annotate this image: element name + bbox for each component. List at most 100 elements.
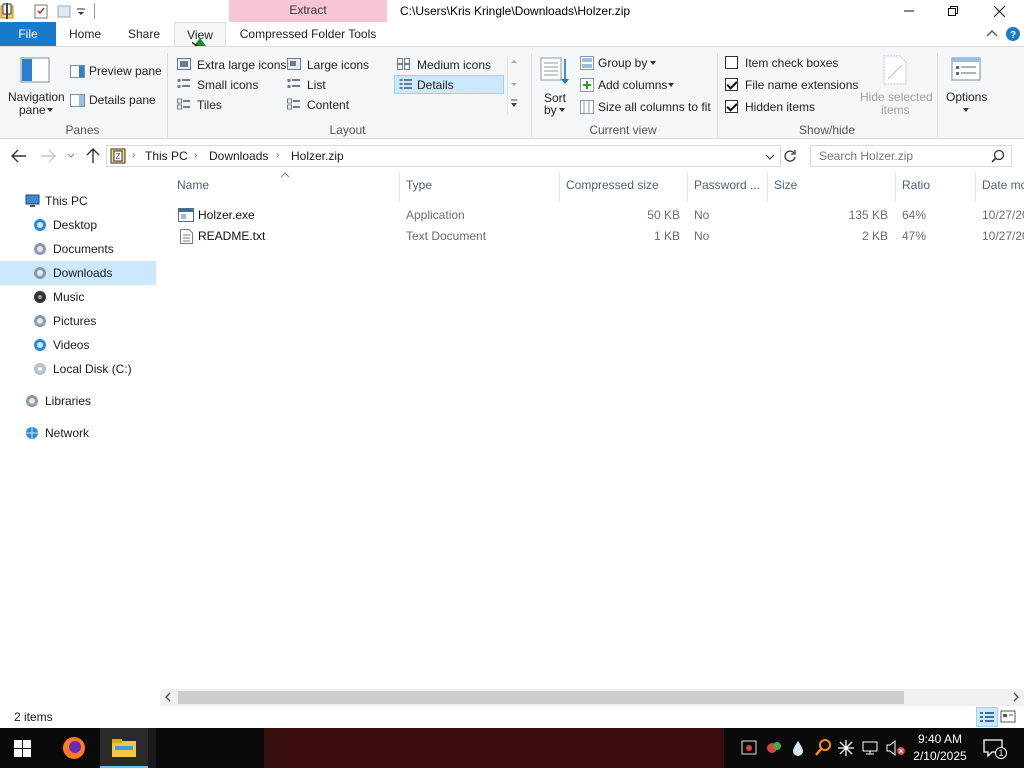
preview-pane-button[interactable]: Preview pane xyxy=(89,64,162,78)
column-header-name[interactable]: Name xyxy=(177,178,209,196)
column-header-date-modified[interactable]: Date mo xyxy=(982,178,1024,196)
column-divider[interactable] xyxy=(975,172,976,202)
options-button[interactable]: Options xyxy=(946,90,987,104)
scroll-left-icon[interactable] xyxy=(164,692,172,702)
scrollbar-thumb[interactable] xyxy=(178,691,904,704)
extract-context-tab-header: Extract xyxy=(229,0,387,22)
nav-item-downloads[interactable]: Downloads xyxy=(0,261,156,285)
explorer-folder-icon[interactable] xyxy=(0,3,16,19)
column-header-ratio[interactable]: Ratio xyxy=(902,178,930,196)
breadcrumb-holzer-zip[interactable]: Holzer.zip xyxy=(291,149,344,163)
column-header-type[interactable]: Type xyxy=(406,178,432,196)
volume-muted-icon[interactable] xyxy=(886,740,906,756)
tray-star-icon[interactable] xyxy=(838,740,854,756)
column-header-password[interactable]: Password ... xyxy=(694,178,760,196)
file-compressed-size: 1 KB xyxy=(653,229,680,243)
nav-item-this-pc[interactable]: This PC xyxy=(0,189,156,213)
column-divider[interactable] xyxy=(895,172,896,202)
column-header-size[interactable]: Size xyxy=(774,178,797,196)
nav-item-libraries[interactable]: Libraries xyxy=(0,389,156,413)
up-arrow-icon[interactable] xyxy=(86,148,100,164)
tiles-option[interactable]: Tiles xyxy=(197,98,222,112)
tab-home[interactable]: Home xyxy=(60,22,110,46)
column-header-compressed-size[interactable]: Compressed size xyxy=(566,178,659,196)
search-input[interactable]: Search Holzer.zip xyxy=(810,145,1012,167)
layout-gallery-scroll[interactable] xyxy=(507,56,519,114)
properties-icon[interactable] xyxy=(33,3,49,19)
network-status-icon[interactable] xyxy=(862,740,880,756)
collapse-ribbon-icon[interactable] xyxy=(986,28,998,38)
forward-arrow-icon[interactable] xyxy=(40,149,56,163)
small-icons-option[interactable]: Small icons xyxy=(197,78,258,92)
group-by-button[interactable]: Group by xyxy=(598,56,647,70)
nav-item-music[interactable]: Music xyxy=(0,285,156,309)
clock-time[interactable]: 9:40 AM xyxy=(914,732,966,746)
address-dropdown-chevron-icon[interactable] xyxy=(765,154,775,160)
back-arrow-icon[interactable] xyxy=(11,149,27,163)
scroll-right-icon[interactable] xyxy=(1012,692,1020,702)
tab-compressed-folder-tools[interactable]: Compressed Folder Tools xyxy=(232,22,384,46)
file-explorer-taskbar-button[interactable] xyxy=(100,728,148,768)
large-icons-view-toggle[interactable] xyxy=(1000,709,1018,725)
nav-item-videos[interactable]: Videos xyxy=(0,333,156,357)
table-row[interactable]: README.txt Text Document 1 KB No 2 KB 47… xyxy=(160,226,1024,246)
column-divider[interactable] xyxy=(687,172,688,202)
recent-locations-chevron-icon[interactable] xyxy=(67,153,75,159)
item-check-boxes-checkbox[interactable] xyxy=(725,56,738,69)
navigation-pane-label[interactable]: Navigation xyxy=(8,90,65,104)
tray-app-icon[interactable] xyxy=(766,740,782,756)
tab-share[interactable]: Share xyxy=(120,22,168,46)
column-divider[interactable] xyxy=(767,172,768,202)
sort-by-icon[interactable] xyxy=(540,57,570,87)
medium-icons-icon xyxy=(397,58,411,72)
new-folder-icon[interactable] xyxy=(56,3,72,19)
navigation-pane-icon[interactable] xyxy=(20,57,52,85)
hide-selected-items-button-2[interactable]: items xyxy=(881,103,910,117)
refresh-icon[interactable] xyxy=(783,149,797,163)
content-option[interactable]: Content xyxy=(307,98,349,112)
details-view-toggle[interactable] xyxy=(976,707,998,727)
details-pane-button[interactable]: Details pane xyxy=(89,93,156,107)
firefox-icon[interactable] xyxy=(61,736,87,760)
sort-by-label-2[interactable]: by xyxy=(544,103,557,117)
address-bar[interactable]: Z › This PC › Downloads › Holzer.zip xyxy=(106,145,781,167)
customize-qat-icon[interactable] xyxy=(75,3,91,19)
nav-item-desktop[interactable]: Desktop xyxy=(0,213,156,237)
column-divider[interactable] xyxy=(559,172,560,202)
hide-selected-items-button[interactable]: Hide selected xyxy=(860,90,933,104)
horizontal-scrollbar[interactable] xyxy=(160,689,1024,706)
table-row[interactable]: Holzer.exe Application 50 KB No 135 KB 6… xyxy=(160,205,1024,225)
restore-button[interactable] xyxy=(930,0,976,22)
tray-security-icon[interactable] xyxy=(741,740,757,756)
nav-item-local-disk[interactable]: Local Disk (C:) xyxy=(0,357,156,381)
size-all-columns-button[interactable]: Size all columns to fit xyxy=(598,100,711,114)
tray-droplet-icon[interactable] xyxy=(792,740,804,756)
hidden-items-checkbox[interactable] xyxy=(725,100,738,113)
close-button[interactable] xyxy=(976,0,1022,22)
clock-date[interactable]: 2/10/2025 xyxy=(908,749,972,763)
navigation-pane-label-2[interactable]: pane xyxy=(19,103,46,117)
zip-folder-icon: Z xyxy=(110,148,126,164)
minimize-button[interactable] xyxy=(886,0,932,22)
options-icon[interactable] xyxy=(951,57,981,83)
windows-start-icon[interactable] xyxy=(14,740,32,758)
file-name-extensions-checkbox[interactable] xyxy=(725,78,738,91)
search-icon[interactable] xyxy=(991,149,1005,163)
tab-file[interactable]: File xyxy=(0,22,56,46)
nav-item-documents[interactable]: Documents xyxy=(0,237,156,261)
nav-item-pictures[interactable]: Pictures xyxy=(0,309,156,333)
pictures-folder-icon xyxy=(33,314,47,328)
breadcrumb-this-pc[interactable]: This PC xyxy=(145,149,188,163)
column-divider[interactable] xyxy=(399,172,400,202)
breadcrumb-downloads[interactable]: Downloads xyxy=(209,149,268,163)
medium-icons-option[interactable]: Medium icons xyxy=(417,58,491,72)
nav-item-network[interactable]: Network xyxy=(0,421,156,445)
file-type: Text Document xyxy=(406,229,487,243)
help-icon[interactable]: ? xyxy=(1005,26,1021,42)
list-option[interactable]: List xyxy=(307,78,326,92)
details-option[interactable]: Details xyxy=(417,78,454,92)
large-icons-option[interactable]: Large icons xyxy=(307,58,369,72)
add-columns-button[interactable]: Add columns xyxy=(598,78,667,92)
tray-search-icon[interactable] xyxy=(815,739,831,757)
extra-large-icons-option[interactable]: Extra large icons xyxy=(197,58,286,72)
